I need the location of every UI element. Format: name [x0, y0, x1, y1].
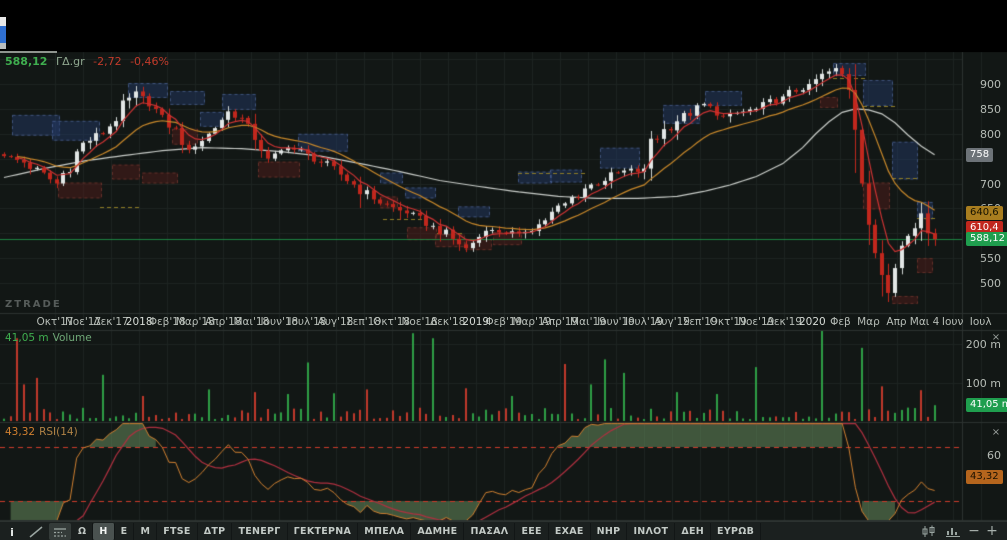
- svg-text:i: i: [10, 526, 14, 538]
- toolbar-button-δεη[interactable]: ΔΕΗ: [675, 523, 712, 540]
- price-change: -2,72: [93, 55, 122, 68]
- rsi-pane-close-icon[interactable]: ×: [990, 427, 1002, 439]
- chart-canvas[interactable]: [0, 0, 1007, 521]
- volume-pane-close-icon[interactable]: ×: [990, 332, 1002, 344]
- volume-value: 41,05 m: [5, 332, 49, 344]
- volume-axis-tick: 100 m: [965, 376, 1001, 390]
- price-axis-tick: 850: [980, 102, 1001, 116]
- toolbar-right: − +: [917, 522, 1007, 540]
- toolbar-button-τενεργ[interactable]: ΤΕΝΕΡΓ: [232, 523, 288, 540]
- toolbar-button-η[interactable]: Η: [93, 523, 115, 540]
- panel-edge-line: [0, 51, 57, 53]
- toolbar-button-ω[interactable]: Ω: [72, 523, 94, 540]
- clipped-panel-icon-blue: [0, 26, 6, 43]
- toolbar-button-γεκτερνα[interactable]: ΓΕΚΤΕΡΝΑ: [288, 523, 359, 540]
- price-axis-tick: 800: [980, 127, 1001, 141]
- toolbar-button-ευρωβ[interactable]: ΕΥΡΩΒ: [711, 523, 762, 540]
- volume-axis-badge: 41,05 m: [966, 398, 1007, 413]
- time-axis-label: Ιουλ: [969, 316, 992, 328]
- rsi-axis-badge: 43,32: [966, 470, 1003, 485]
- toolbar-button-εχαε[interactable]: ΕΧΑΕ: [549, 523, 591, 540]
- symbol-name[interactable]: ΓΔ.gr: [56, 55, 85, 68]
- zoom-in-icon[interactable]: +: [983, 523, 1001, 540]
- volume-name[interactable]: Volume: [53, 332, 92, 344]
- symbol-legend: 588,12 ΓΔ.gr -2,72 -0,46%: [5, 55, 169, 68]
- toolbar-button-ftse[interactable]: FTSE: [157, 523, 198, 540]
- price-axis-badge: 640,6: [966, 206, 1003, 221]
- time-axis-label: Μαι 4: [909, 316, 940, 328]
- price-axis-tick: 500: [980, 277, 1001, 290]
- toolbar-button-ε[interactable]: Ε: [115, 523, 135, 540]
- toolbar-button-μπελα[interactable]: ΜΠΕΛΑ: [358, 523, 412, 540]
- time-axis-label: Ιουν: [941, 316, 964, 328]
- trading-app: 588,12 ΓΔ.gr -2,72 -0,46% ZTRADE 41,05 m…: [0, 0, 1007, 540]
- toolbar-button-δτρ[interactable]: ΔΤΡ: [198, 523, 233, 540]
- candlestick-chart-icon[interactable]: [918, 523, 940, 540]
- toolbar-button-πασαλ[interactable]: ΠΑΣΑΛ: [464, 523, 516, 540]
- trendline-draw-icon[interactable]: [25, 523, 47, 540]
- last-price: 588,12: [5, 55, 48, 68]
- bottom-toolbar: i Ω Η Ε Μ FTSE ΔΤΡ ΤΕΝΕΡΓ ΓΕΚΤΕΡΝΑ ΜΠΕΛΑ ΑΔΜΗΕ ΠΑΣΑ…: [0, 521, 1007, 540]
- info-icon[interactable]: i: [1, 523, 23, 540]
- toolbar-button-ινλοτ[interactable]: ΙΝΛΟΤ: [627, 523, 676, 540]
- toolbar-button-μ[interactable]: Μ: [134, 523, 158, 540]
- price-axis-badge: 588,12: [966, 232, 1007, 247]
- time-axis-label: Δεκ'19: [766, 316, 802, 328]
- rsi-axis-tick: 60: [987, 449, 1001, 462]
- top-strip: [0, 0, 1007, 53]
- zoom-out-icon[interactable]: −: [965, 523, 983, 540]
- time-axis-label: Δεκ'17: [93, 316, 129, 328]
- time-axis-label: Μαρ: [857, 316, 880, 328]
- rsi-pane-label: 43,32 RSI(14): [5, 426, 78, 438]
- clipped-panel-icon-gray: [0, 43, 6, 49]
- price-axis-tick: 900: [980, 78, 1001, 91]
- watermark: ZTRADE: [5, 299, 62, 310]
- price-levels-icon[interactable]: [49, 523, 71, 540]
- rsi-value: 43,32: [5, 426, 36, 438]
- time-axis-label: Απρ: [886, 316, 907, 328]
- time-axis-label: Δεκ'18: [430, 316, 466, 328]
- time-axis-label: Φεβ: [830, 316, 851, 328]
- toolbar-button-νηρ[interactable]: ΝΗΡ: [591, 523, 628, 540]
- volume-histogram-icon[interactable]: [942, 523, 964, 540]
- time-axis-label: 2020: [798, 316, 826, 328]
- price-axis-badge: 758: [966, 147, 994, 162]
- price-change-pct: -0,46%: [130, 55, 169, 68]
- volume-pane-label: 41,05 m Volume: [5, 332, 92, 344]
- price-axis-tick: 550: [980, 252, 1001, 266]
- toolbar-button-αδμηε[interactable]: ΑΔΜΗΕ: [411, 523, 465, 540]
- toolbar-left: i Ω Η Ε Μ FTSE ΔΤΡ ΤΕΝΕΡΓ ΓΕΚΤΕΡΝΑ ΜΠΕΛΑ ΑΔΜΗΕ ΠΑΣΑ…: [0, 522, 762, 540]
- price-axis-tick: 700: [980, 177, 1001, 191]
- toolbar-button-εεε[interactable]: ΕΕΕ: [515, 523, 549, 540]
- rsi-name[interactable]: RSI(14): [39, 426, 78, 438]
- clipped-panel-icon: [0, 17, 6, 26]
